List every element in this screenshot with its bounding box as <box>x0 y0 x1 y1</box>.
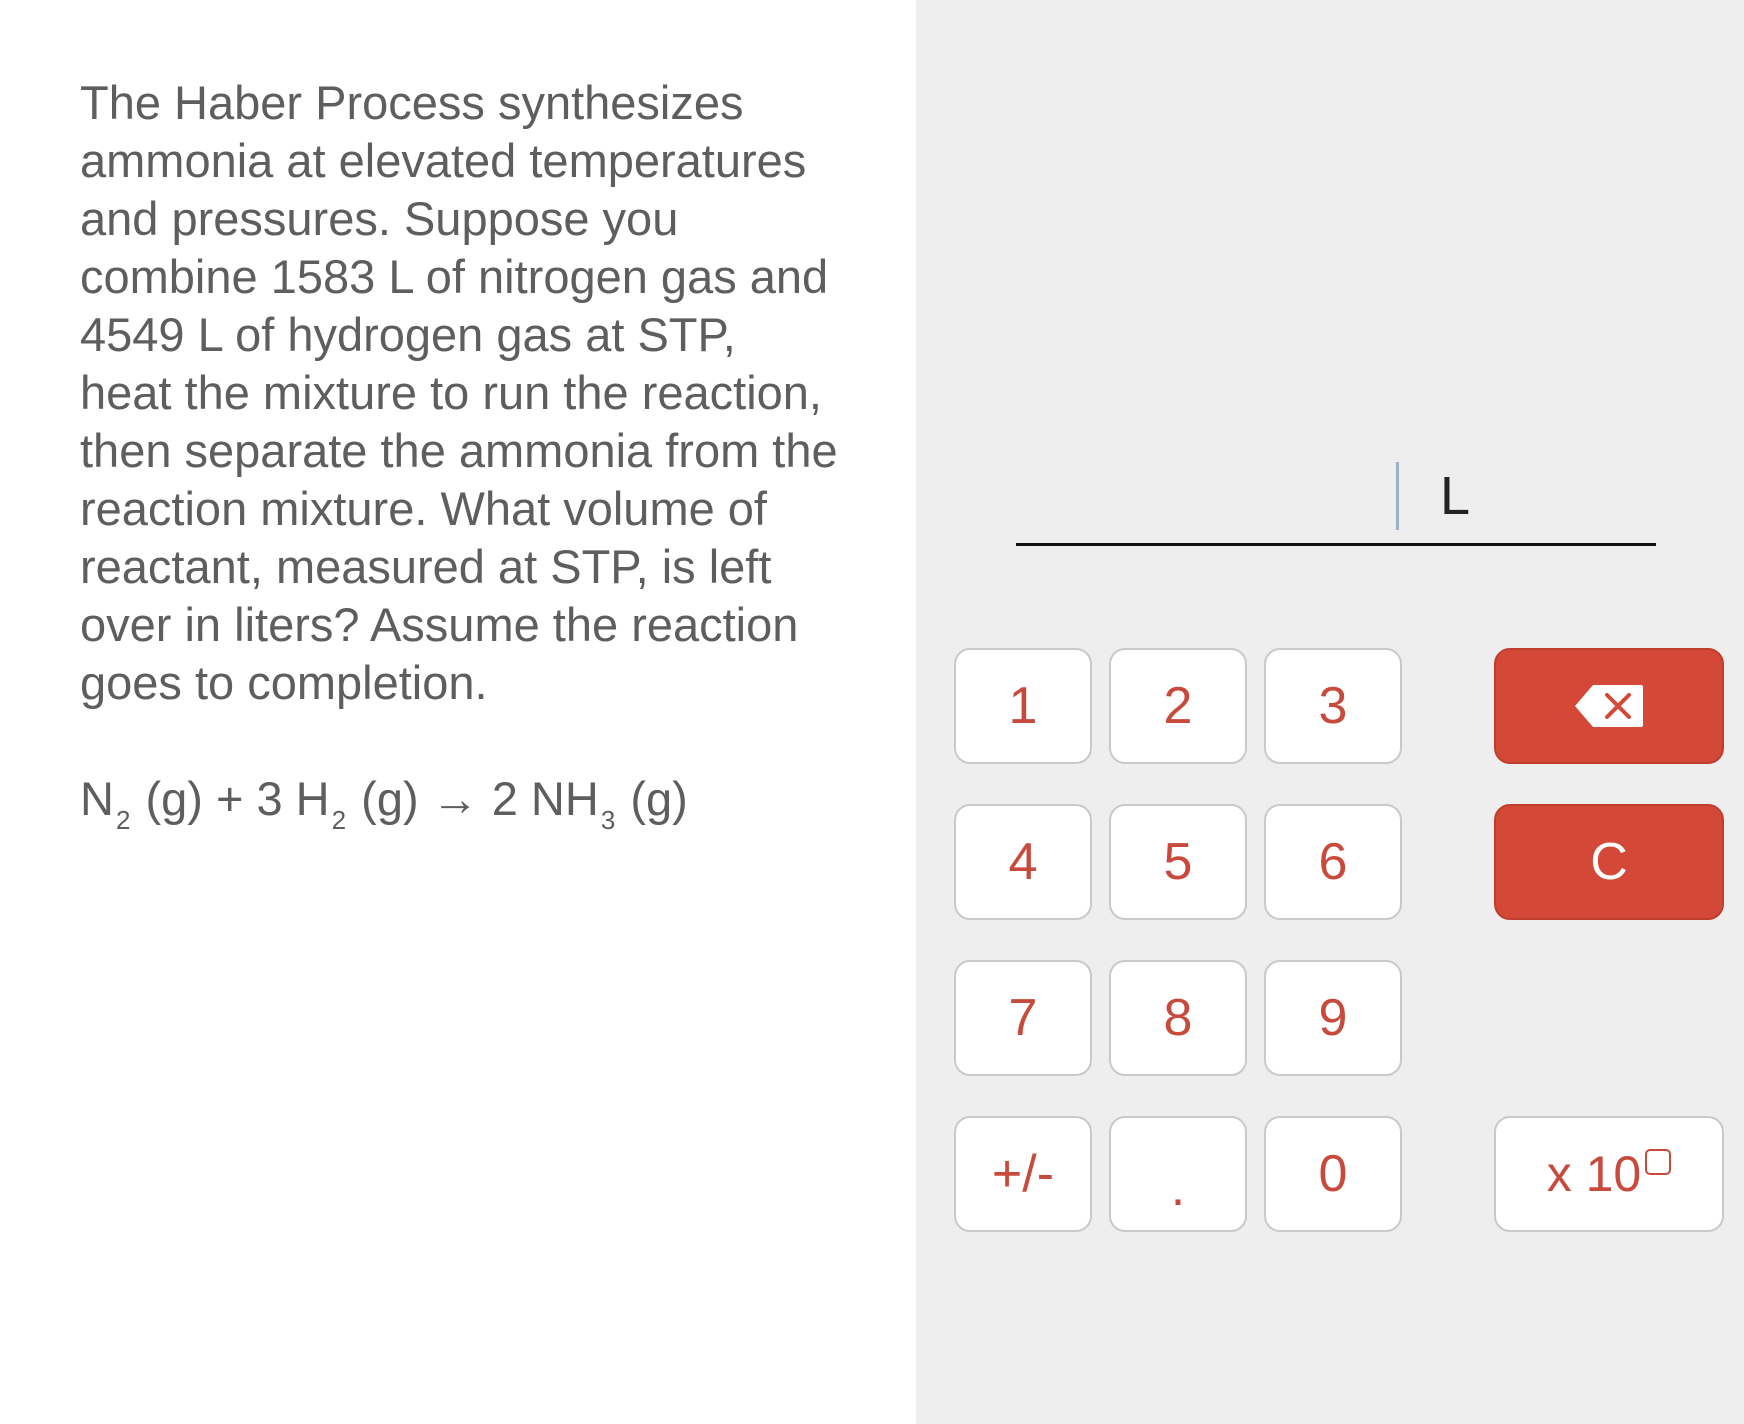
equation-part-1: (g) + 3 H <box>145 772 330 825</box>
key-9[interactable]: 9 <box>1264 960 1402 1076</box>
text-cursor <box>1396 462 1399 530</box>
backspace-icon <box>1575 685 1643 727</box>
equation-nh-subscript: 3 <box>600 805 616 835</box>
clear-button[interactable]: C <box>1494 804 1724 920</box>
key-1[interactable]: 1 <box>954 648 1092 764</box>
chemical-equation: N2 (g) + 3 H2 (g) → 2 NH3 (g) <box>80 770 688 835</box>
key-8[interactable]: 8 <box>1109 960 1247 1076</box>
equation-n-subscript: 2 <box>115 805 131 835</box>
plus-minus-button[interactable]: +/- <box>954 1116 1092 1232</box>
equation-part-2: (g) → 2 NH <box>361 772 599 825</box>
backspace-button[interactable] <box>1494 648 1724 764</box>
decimal-button[interactable]: . <box>1109 1116 1247 1232</box>
answer-unit: L <box>1440 466 1471 526</box>
exponent-placeholder-icon <box>1645 1149 1672 1175</box>
key-2[interactable]: 2 <box>1109 648 1247 764</box>
calculator-panel: L 1 2 3 4 5 6 C 7 8 9 +/- . 0 x 10 <box>916 0 1744 1424</box>
equation-part-3: (g) <box>630 772 688 825</box>
sci-notation-label-wrap: x 10 <box>1547 1145 1672 1203</box>
decimal-label: . <box>1170 1159 1186 1217</box>
app-root: The Haber Process synthesizes ammonia at… <box>0 0 1744 1424</box>
key-6[interactable]: 6 <box>1264 804 1402 920</box>
equation-n-symbol: N <box>80 772 114 825</box>
key-0[interactable]: 0 <box>1264 1116 1402 1232</box>
scientific-notation-button[interactable]: x 10 <box>1494 1116 1724 1232</box>
key-7[interactable]: 7 <box>954 960 1092 1076</box>
equation-h-subscript: 2 <box>331 805 347 835</box>
answer-input-field[interactable]: L <box>1016 462 1656 546</box>
question-text: The Haber Process synthesizes ammonia at… <box>80 76 838 709</box>
key-3[interactable]: 3 <box>1264 648 1402 764</box>
question-panel: The Haber Process synthesizes ammonia at… <box>0 0 916 1424</box>
sci-notation-label: x 10 <box>1546 1146 1642 1202</box>
key-4[interactable]: 4 <box>954 804 1092 920</box>
key-5[interactable]: 5 <box>1109 804 1247 920</box>
